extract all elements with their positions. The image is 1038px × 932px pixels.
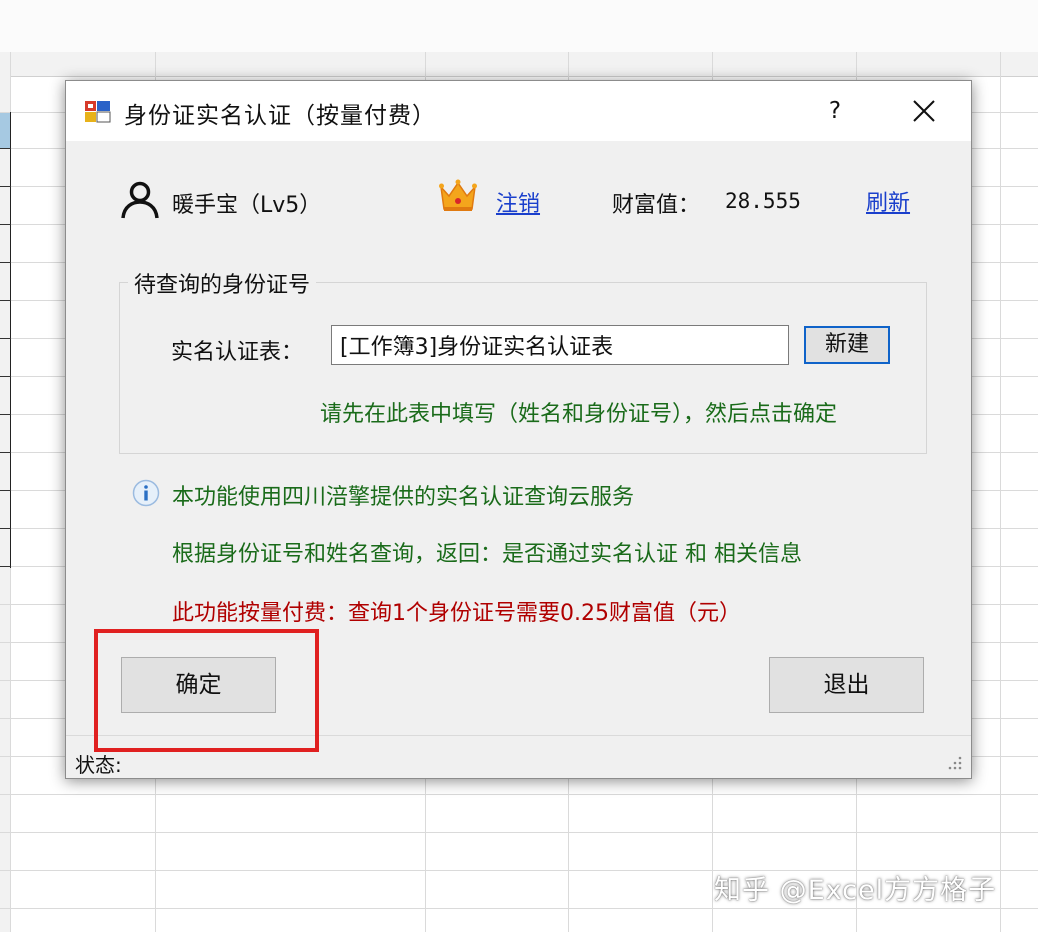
verification-table-label: 实名认证表： (171, 340, 304, 365)
user-name: 暖手宝（Lv5） (172, 193, 322, 218)
resize-grip-icon[interactable] (944, 754, 964, 774)
cell-border (0, 376, 11, 377)
exit-button[interactable]: 退出 (769, 657, 924, 713)
cell-border (0, 414, 11, 415)
info-icon (132, 479, 160, 507)
row-header-column (0, 76, 10, 932)
new-table-button[interactable]: 新建 (804, 326, 890, 364)
cell-border (0, 528, 11, 529)
help-button[interactable]: ? (820, 93, 850, 129)
query-info-text: 根据身份证号和姓名查询，返回：是否通过实名认证 和 相关信息 (172, 542, 802, 567)
verification-table-input[interactable] (331, 325, 789, 365)
cell-border (0, 224, 11, 225)
cell-border (0, 338, 11, 339)
cell-border (0, 452, 11, 453)
groupbox-title: 待查询的身份证号 (128, 267, 317, 299)
cell-border (0, 262, 11, 263)
status-label: 状态: (75, 753, 122, 777)
app-icon (85, 101, 111, 123)
logout-link[interactable]: 注销 (496, 186, 540, 218)
fill-hint-text: 请先在此表中填写（姓名和身份证号），然后点击确定 (320, 402, 838, 427)
wealth-value: 28.555 (725, 189, 801, 213)
service-info-text: 本功能使用四川涪擎提供的实名认证查询云服务 (172, 485, 635, 510)
highlight-annotation-box (94, 629, 319, 752)
cell-border (0, 490, 11, 491)
close-icon[interactable] (904, 91, 944, 131)
pricing-info-text: 此功能按量付费：查询1个身份证号需要0.25财富值（元） (172, 601, 741, 626)
wealth-label: 财富值： (612, 193, 701, 218)
cell-border (0, 300, 11, 301)
selected-row-header (0, 112, 10, 148)
cell-border (0, 566, 11, 567)
spreadsheet-toolbar-area (0, 0, 1038, 52)
grid-line (1000, 52, 1001, 932)
crown-icon (439, 179, 477, 211)
user-icon (121, 181, 159, 219)
refresh-link[interactable]: 刷新 (866, 185, 910, 217)
cell-border (10, 112, 11, 568)
id-number-groupbox (119, 282, 927, 454)
watermark: 知乎 @Excel方方格子 (714, 875, 997, 906)
title-bar: 身份证实名认证（按量付费） ? (66, 81, 971, 141)
cell-border (0, 186, 11, 187)
cell-border (0, 148, 11, 149)
dialog-title: 身份证实名认证（按量付费） (124, 103, 436, 129)
